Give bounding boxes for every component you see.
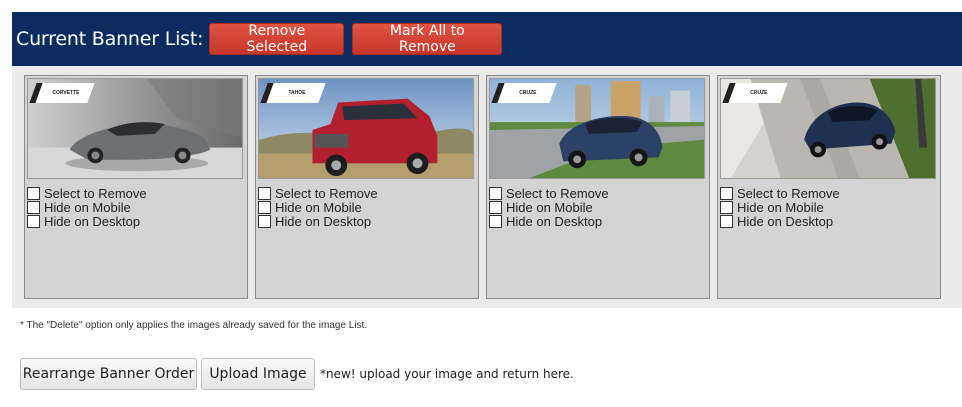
option-label: Select to Remove [44,185,147,201]
hide-on-desktop-checkbox[interactable] [720,214,733,228]
option-hide-on-mobile[interactable]: Hide on Mobile [258,199,378,215]
option-label: Hide on Mobile [737,199,824,215]
select-to-remove-checkbox[interactable] [489,186,502,200]
banner-image: CORVETTE [27,78,243,179]
option-hide-on-desktop[interactable]: Hide on Desktop [720,213,840,229]
mark-all-to-remove-button[interactable]: Mark All to Remove [352,23,503,55]
model-badge: TAHOE [260,83,326,103]
option-select-to-remove[interactable]: Select to Remove [258,185,378,201]
model-name: TAHOE [288,90,306,96]
banner-card: CRUZE Select to Remove Hide on Mobile Hi… [717,75,941,299]
banner-card: CRUZE Select to Remove Hide on Mobile Hi… [486,75,710,299]
banner-options: Select to Remove Hide on Mobile Hide on … [258,185,378,229]
upload-image-button[interactable]: Upload Image [201,358,315,390]
option-label: Select to Remove [506,185,609,201]
option-label: Hide on Mobile [44,199,131,215]
model-name: CORVETTE [52,90,80,96]
hide-on-desktop-checkbox[interactable] [489,214,502,228]
option-label: Select to Remove [737,185,840,201]
option-select-to-remove[interactable]: Select to Remove [489,185,609,201]
model-name: CRUZE [519,90,537,96]
remove-selected-button[interactable]: Remove Selected [209,23,345,55]
option-label: Hide on Desktop [44,213,141,229]
banner-options: Select to Remove Hide on Mobile Hide on … [489,185,609,229]
option-label: Hide on Mobile [275,199,362,215]
option-hide-on-mobile[interactable]: Hide on Mobile [27,199,147,215]
banner-list-header: Current Banner List: Remove Selected Mar… [12,12,962,66]
hide-on-desktop-checkbox[interactable] [258,214,271,228]
option-hide-on-desktop[interactable]: Hide on Desktop [489,213,609,229]
banner-image: TAHOE [258,78,474,179]
upload-note: *new! upload your image and return here. [320,367,574,381]
option-label: Hide on Desktop [737,213,834,229]
option-select-to-remove[interactable]: Select to Remove [27,185,147,201]
option-label: Select to Remove [275,185,378,201]
option-label: Hide on Mobile [506,199,593,215]
select-to-remove-checkbox[interactable] [720,186,733,200]
option-label: Hide on Desktop [275,213,372,229]
hide-on-mobile-checkbox[interactable] [720,200,733,214]
option-hide-on-desktop[interactable]: Hide on Desktop [27,213,147,229]
option-hide-on-mobile[interactable]: Hide on Mobile [720,199,840,215]
model-name: CRUZE [750,90,768,96]
select-to-remove-checkbox[interactable] [258,186,271,200]
model-badge: CRUZE [491,83,557,103]
banner-options: Select to Remove Hide on Mobile Hide on … [720,185,840,229]
hide-on-mobile-checkbox[interactable] [489,200,502,214]
model-badge: CORVETTE [29,83,95,103]
banner-card: CORVETTE Select to Remove Hide on Mobile… [24,75,248,299]
select-to-remove-checkbox[interactable] [27,186,40,200]
hide-on-mobile-checkbox[interactable] [258,200,271,214]
option-hide-on-mobile[interactable]: Hide on Mobile [489,199,609,215]
hide-on-desktop-checkbox[interactable] [27,214,40,228]
model-badge: CRUZE [722,83,788,103]
rearrange-banner-order-button[interactable]: Rearrange Banner Order [20,358,197,390]
banner-list-panel: CORVETTE Select to Remove Hide on Mobile… [12,66,962,308]
option-label: Hide on Desktop [506,213,603,229]
banner-card: TAHOE Select to Remove Hide on Mobile Hi… [255,75,479,299]
banner-options: Select to Remove Hide on Mobile Hide on … [27,185,147,229]
hide-on-mobile-checkbox[interactable] [27,200,40,214]
page-title: Current Banner List: [16,28,204,50]
banner-image: CRUZE [720,78,936,179]
option-hide-on-desktop[interactable]: Hide on Desktop [258,213,378,229]
delete-footnote: * The "Delete" option only applies the i… [20,320,368,331]
banner-image: CRUZE [489,78,705,179]
option-select-to-remove[interactable]: Select to Remove [720,185,840,201]
